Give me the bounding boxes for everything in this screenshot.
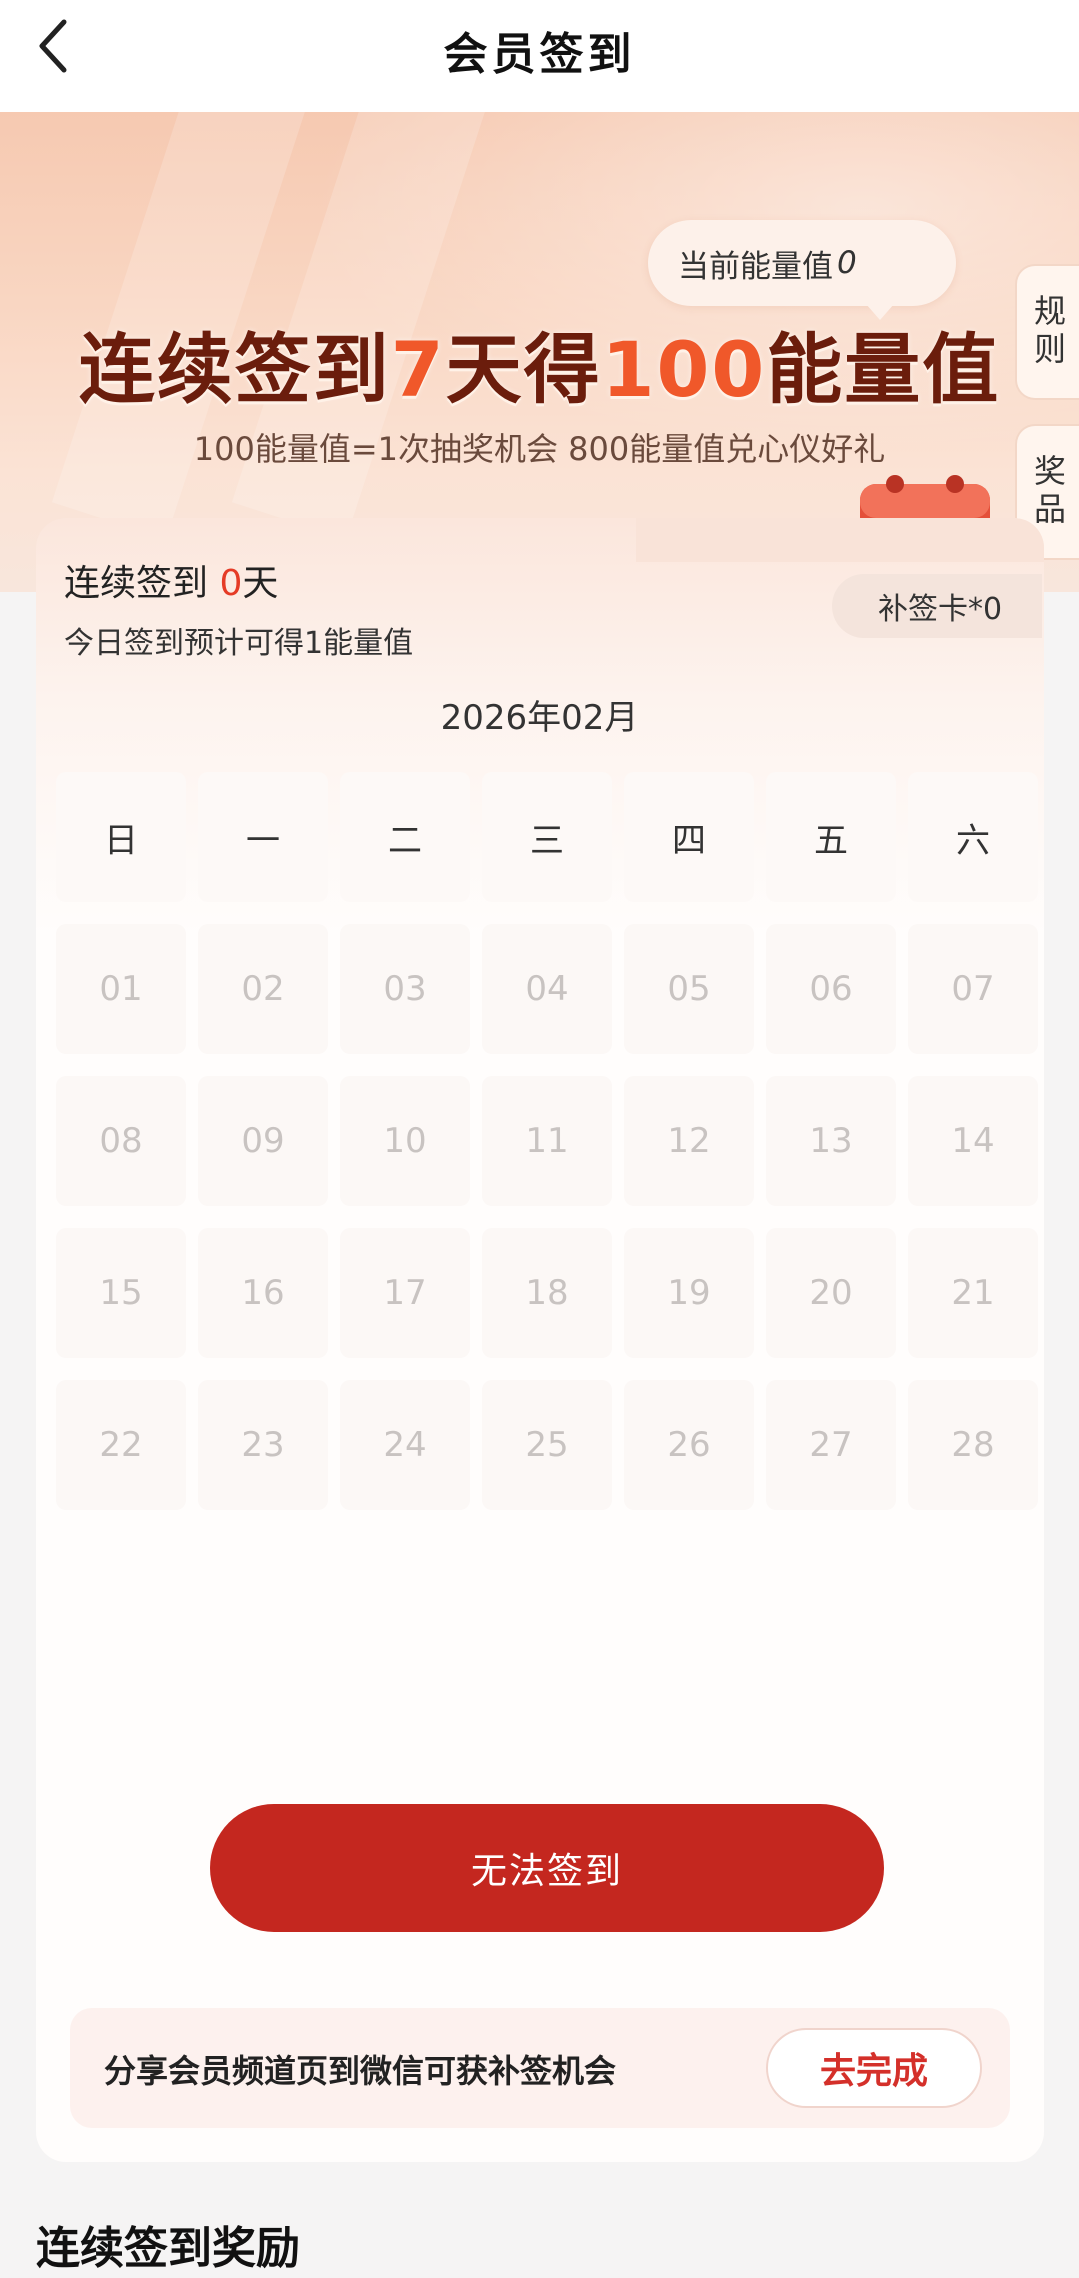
calendar-day: 24 [340,1380,470,1510]
calendar-day: 19 [624,1228,754,1358]
month-label: 2026年02月 [440,698,639,738]
calendar-day: 17 [340,1228,470,1358]
weekday-header: 日 [56,772,186,902]
calendar-grid: 日 一 二 三 四 五 六 01 02 03 04 05 06 07 08 09… [56,772,1042,1510]
calendar-day: 08 [56,1076,186,1206]
calendar-day: 21 [908,1228,1038,1358]
sign-in-button[interactable]: 无法签到 [210,1804,884,1932]
calendar-day: 27 [766,1380,896,1510]
weekday-header: 三 [482,772,612,902]
page-title: 会员签到 [443,29,636,80]
energy-label: 当前能量值 [678,248,833,285]
calendar-day: 12 [624,1076,754,1206]
weekday-header: 五 [766,772,896,902]
streak-days: 0 [219,563,243,604]
calendar-day: 18 [482,1228,612,1358]
share-task-text: 分享会员频道页到微信可获补签机会 [104,2052,617,2090]
calendar-day: 03 [340,924,470,1054]
calendar-day: 13 [766,1076,896,1206]
card-notch [636,518,1044,562]
headline-part1: 连续签到 [78,325,391,414]
streak-status: 连续签到 0天 [64,554,278,606]
calendar-day: 05 [624,924,754,1054]
today-reward-hint: 今日签到预计可得1能量值 [64,626,414,661]
headline-days: 7 [390,325,446,414]
weekday-header: 六 [908,772,1038,902]
go-complete-button[interactable]: 去完成 [766,2028,982,2108]
calendar-day: 14 [908,1076,1038,1206]
streak-rewards-title: 连续签到奖励 [36,2223,300,2274]
headline-part2: 天得 [445,325,602,414]
calendar-day: 23 [198,1380,328,1510]
calendar-day: 01 [56,924,186,1054]
top-navbar: 会员签到 [0,0,1079,112]
calendar-day: 20 [766,1228,896,1358]
weekday-header: 二 [340,772,470,902]
calendar-day: 28 [908,1380,1038,1510]
calendar-day: 02 [198,924,328,1054]
streak-suffix: 天 [242,563,279,604]
calendar-day: 06 [766,924,896,1054]
rules-tab[interactable]: 规则 [1015,264,1079,400]
energy-bubble: 当前能量值 0 [648,220,956,320]
calendar-day: 10 [340,1076,470,1206]
weekday-header: 一 [198,772,328,902]
hero-headline: 连续签到7天得100能量值 [0,308,1079,418]
calendar-day: 04 [482,924,612,1054]
calendar-day: 25 [482,1380,612,1510]
streak-prefix: 连续签到 [64,563,220,604]
calendar-day: 26 [624,1380,754,1510]
weekday-header: 四 [624,772,754,902]
makeup-card-count[interactable]: 补签卡*0 [832,574,1042,638]
headline-amount: 100 [601,325,767,414]
energy-value: 0 [837,245,857,281]
calendar-day: 07 [908,924,1038,1054]
calendar-day: 16 [198,1228,328,1358]
headline-part3: 能量值 [766,325,1001,414]
calendar-day: 15 [56,1228,186,1358]
calendar-day: 09 [198,1076,328,1206]
calendar-day: 11 [482,1076,612,1206]
calendar-day: 22 [56,1380,186,1510]
